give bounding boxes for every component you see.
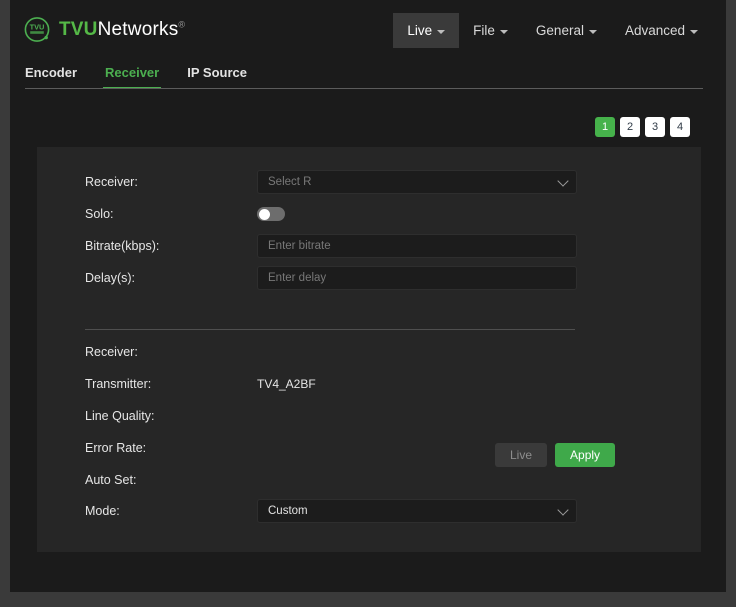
bitrate-label: Bitrate(kbps): [85, 239, 257, 253]
receiver-select[interactable]: Select R [257, 170, 577, 194]
tab-bar-divider [25, 88, 703, 89]
sub-tab-bar: Encoder Receiver IP Source [10, 60, 726, 90]
solo-control [257, 207, 655, 221]
info-row-auto-set: Auto Set: [85, 470, 655, 490]
info-transmitter-label: Transmitter: [85, 377, 257, 391]
brand-name-primary: TVU [59, 19, 98, 40]
info-line-quality-label: Line Quality: [85, 409, 257, 423]
delay-input-wrapper[interactable]: Enter delay [257, 266, 577, 290]
info-row-line-quality: Line Quality: [85, 406, 655, 426]
brand-name-secondary: Networks [98, 19, 179, 40]
receiver-select-label: Receiver: [85, 175, 257, 189]
delay-label: Delay(s): [85, 271, 257, 285]
section-divider [85, 329, 575, 330]
mode-control: Custom [257, 499, 655, 523]
info-row-error-rate: Error Rate: [85, 438, 655, 458]
receiver-select-placeholder: Select R [268, 176, 311, 188]
chevron-down-icon [500, 30, 508, 34]
application-frame: TVU TVUNetworks® Live File General [10, 0, 726, 592]
delay-control: Enter delay [257, 266, 655, 290]
bitrate-control: Enter bitrate [257, 234, 655, 258]
chevron-down-icon [557, 504, 568, 515]
receiver-settings-panel: Receiver: Select R Solo: Bitrate(kbps): [37, 147, 701, 552]
tvu-circle-logo-icon: TVU [23, 16, 51, 44]
nav-item-advanced[interactable]: Advanced [611, 13, 712, 48]
brand-logo[interactable]: TVU TVUNetworks® [23, 16, 185, 44]
nav-item-file[interactable]: File [459, 13, 522, 48]
nav-item-file-label: File [473, 23, 495, 38]
pagination-page-2[interactable]: 2 [620, 117, 640, 137]
chevron-down-icon [437, 30, 445, 34]
nav-item-advanced-label: Advanced [625, 23, 685, 38]
pagination-page-4[interactable]: 4 [670, 117, 690, 137]
chevron-down-icon [690, 30, 698, 34]
app-header: TVU TVUNetworks® Live File General [10, 4, 726, 57]
main-navigation: Live File General Advanced [393, 13, 712, 48]
bitrate-input-placeholder: Enter bitrate [268, 240, 331, 252]
solo-toggle[interactable] [257, 207, 285, 221]
tab-ip-source[interactable]: IP Source [173, 60, 261, 89]
pagination-page-3[interactable]: 3 [645, 117, 665, 137]
pagination-page-1[interactable]: 1 [595, 117, 615, 137]
brand-trademark: ® [178, 20, 185, 30]
pagination: 1 2 3 4 [595, 117, 690, 137]
delay-input-placeholder: Enter delay [268, 272, 326, 284]
svg-text:TVU: TVU [30, 22, 45, 31]
brand-wordmark: TVUNetworks® [59, 19, 185, 41]
row-solo: Solo: [85, 203, 655, 225]
row-bitrate: Bitrate(kbps): Enter bitrate [85, 235, 655, 257]
row-delay: Delay(s): Enter delay [85, 267, 655, 289]
tab-encoder-label: Encoder [25, 65, 77, 80]
info-receiver-label: Receiver: [85, 345, 257, 359]
nav-item-live-label: Live [407, 23, 432, 38]
info-transmitter-value: TV4_A2BF [257, 377, 316, 391]
mode-label: Mode: [85, 504, 257, 518]
mode-select[interactable]: Custom [257, 499, 577, 523]
chevron-down-icon [557, 175, 568, 186]
tab-receiver-label: Receiver [105, 65, 159, 80]
tab-receiver[interactable]: Receiver [91, 60, 173, 89]
row-receiver-select: Receiver: Select R [85, 171, 655, 193]
tab-ip-source-label: IP Source [187, 65, 247, 80]
nav-item-general-label: General [536, 23, 584, 38]
info-auto-set-label: Auto Set: [85, 473, 257, 487]
nav-item-general[interactable]: General [522, 13, 611, 48]
mode-select-value: Custom [268, 505, 308, 517]
info-row-transmitter: Transmitter: TV4_A2BF [85, 374, 655, 394]
solo-label: Solo: [85, 207, 257, 221]
pagination-page-2-label: 2 [627, 121, 633, 133]
pagination-page-1-label: 1 [602, 121, 608, 133]
info-row-receiver: Receiver: [85, 342, 655, 362]
chevron-down-icon [589, 30, 597, 34]
solo-toggle-knob [259, 209, 270, 220]
tab-encoder[interactable]: Encoder [25, 60, 91, 89]
sub-tab-list: Encoder Receiver IP Source [25, 60, 261, 89]
nav-item-live[interactable]: Live [393, 13, 459, 48]
pagination-page-3-label: 3 [652, 121, 658, 133]
pagination-page-4-label: 4 [677, 121, 683, 133]
receiver-select-control: Select R [257, 170, 655, 194]
info-error-rate-label: Error Rate: [85, 441, 257, 455]
bitrate-input-wrapper[interactable]: Enter bitrate [257, 234, 577, 258]
row-mode: Mode: Custom [85, 500, 655, 522]
